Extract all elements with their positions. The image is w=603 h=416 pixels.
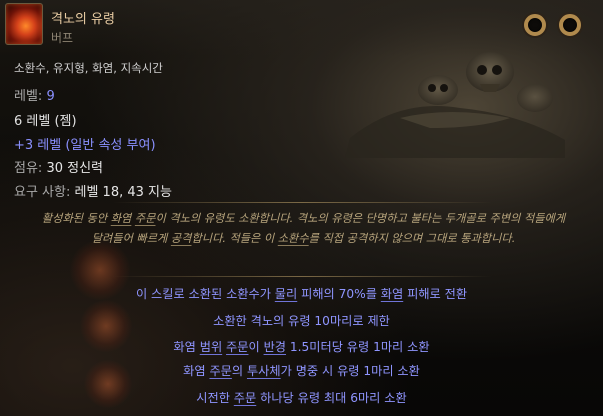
keyword-spell[interactable]: 주문 [209, 364, 231, 378]
keyword-spell[interactable]: 주문 [135, 212, 156, 225]
keyword-fire[interactable]: 화염 [111, 212, 132, 225]
desc-text: 합니다. 적들은 이 [191, 231, 278, 245]
skill-name: 격노의 유령 [51, 12, 115, 27]
modifier-text: 시전한 [196, 391, 234, 405]
modifier-line: 이 스킬로 소환된 소환수가 물리 피해의 70%를 화염 피해로 전환 [0, 284, 603, 302]
keyword-spell[interactable]: 주문 [234, 391, 256, 405]
desc-text: 를 직접 공격하지 않으며 그대로 통과합니다. [308, 231, 516, 245]
modifier-text: 피해로 전환 [403, 287, 468, 301]
modifier-line: 화염 범위 주문이 반경 1.5미터당 유령 1마리 소환 [0, 337, 603, 355]
level-label: 레벨: [14, 89, 47, 104]
modifier-line: 소환한 격노의 유령 10마리로 제한 [213, 314, 390, 328]
reservation-line: 점유: 30 정신력 [14, 157, 103, 176]
bonus-level: +3 레벨 (일반 속성 부여) [14, 138, 156, 153]
reservation-value: 30 정신력 [46, 161, 103, 176]
gem-level: 6 레벨 (젬) [14, 114, 77, 129]
skill-tooltip: 격노의 유령 버프 소환수, 유지형, 화염, 지속시간 레벨: 9 6 레벨 … [0, 0, 603, 416]
modifier-line: 시전한 주문 하나당 유령 최대 6마리 소환 [0, 388, 603, 406]
skill-description: 활성화된 동안 화염 주문이 격노의 유령도 소환합니다. 격노의 유령은 단명… [36, 209, 571, 248]
modifier-text: 의 [231, 364, 247, 378]
modifier-text: 이 스킬로 소환된 소환수가 [135, 287, 275, 301]
skill-type: 버프 [51, 31, 74, 45]
modifier-line: 화염 주문의 투사체가 명중 시 유령 1마리 소환 [0, 361, 603, 379]
socket-ring-icon [524, 14, 546, 36]
divider [112, 202, 492, 203]
level-value: 9 [46, 89, 55, 104]
keyword-spell[interactable]: 주문 [226, 340, 248, 354]
reservation-label: 점유: [14, 161, 47, 176]
divider [112, 276, 492, 277]
modifier-text: 이 [248, 340, 264, 354]
flaming-skull-icon[interactable] [5, 3, 43, 45]
keyword-projectile[interactable]: 투사체 [247, 364, 281, 378]
keyword-fire[interactable]: 화염 [381, 287, 403, 301]
level-line: 레벨: 9 [14, 85, 55, 104]
desc-text: 활성화된 동안 [41, 212, 111, 225]
modifier-text: 화염 [173, 340, 200, 354]
keyword-physical[interactable]: 물리 [275, 287, 297, 301]
skill-tags: 소환수, 유지형, 화염, 지속시간 [14, 61, 163, 75]
keyword-area[interactable]: 범위 [200, 340, 222, 354]
modifier-text: 하나당 유령 최대 6마리 소환 [256, 391, 407, 405]
keyword-minion[interactable]: 소환수 [278, 232, 309, 245]
requirement-line: 요구 사항: 레벨 18, 43 지능 [14, 181, 172, 200]
keyword-radius[interactable]: 반경 [264, 340, 286, 354]
modifier-text: 화염 [183, 364, 210, 378]
requirement-label: 요구 사항: [14, 185, 75, 200]
requirement-value: 레벨 18, 43 지능 [74, 185, 172, 200]
modifier-text: 1.5미터당 유령 1마리 소환 [286, 340, 430, 354]
modifier-text: 가 명중 시 유령 1마리 소환 [280, 364, 420, 378]
modifier-text: 피해의 70%를 [297, 287, 381, 301]
socket-ring-icon [559, 14, 581, 36]
keyword-attack[interactable]: 공격 [171, 232, 192, 245]
